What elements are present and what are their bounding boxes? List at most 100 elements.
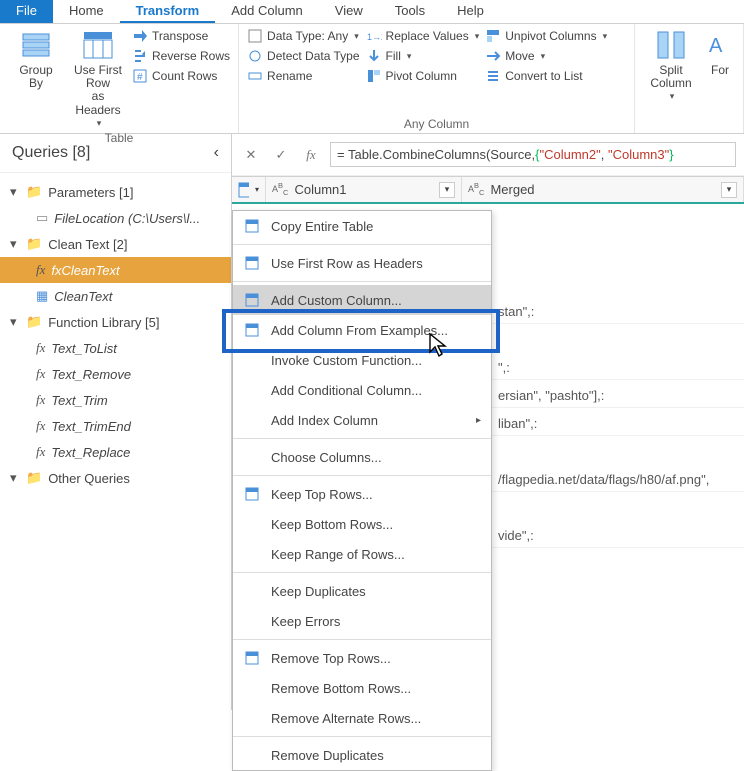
queries-node[interactable]: ▦CleanText: [0, 283, 231, 309]
menu-item-icon: [243, 746, 261, 764]
group-by-button[interactable]: Group By: [8, 28, 64, 90]
table-corner-button[interactable]: ▾: [232, 177, 266, 202]
table-icon: [238, 182, 249, 198]
split-column-button[interactable]: Split Column: [643, 28, 699, 102]
unpivot-columns-icon: [485, 28, 501, 44]
context-menu-item[interactable]: Add Custom Column...: [233, 285, 491, 315]
abc-type-icon: ABC: [272, 183, 288, 197]
editor-area: ✕ ✓ fx = Table.CombineColumns(Source,{"C…: [232, 134, 744, 710]
context-menu-item[interactable]: Keep Errors: [233, 606, 491, 636]
use-first-row-button[interactable]: Use First Row as Headers: [70, 28, 126, 129]
fx-icon[interactable]: fx: [300, 144, 322, 166]
context-menu-item[interactable]: Keep Bottom Rows...: [233, 509, 491, 539]
move-icon: [485, 48, 501, 64]
context-menu-item[interactable]: Use First Row as Headers: [233, 248, 491, 278]
group-by-icon: [19, 28, 53, 62]
queries-node[interactable]: ▭FileLocation (C:\Users\l...: [0, 205, 231, 231]
menu-item-icon: [243, 679, 261, 697]
ribbon: Group By Use First Row as Headers Transp…: [0, 24, 744, 134]
svg-text:#: #: [137, 72, 143, 83]
column-header-2[interactable]: ABC Merged ▾: [462, 177, 744, 202]
move-button[interactable]: Move: [485, 48, 607, 64]
transpose-button[interactable]: Transpose: [132, 28, 230, 44]
unpivot-columns-button[interactable]: Unpivot Columns: [485, 28, 607, 44]
reverse-rows-button[interactable]: Reverse Rows: [132, 48, 230, 64]
context-menu-item[interactable]: Remove Duplicates: [233, 740, 491, 770]
context-menu-item[interactable]: Invoke Custom Function...: [233, 345, 491, 375]
menubar: File Home Transform Add Column View Tool…: [0, 0, 744, 24]
context-menu-item[interactable]: Copy Entire Table: [233, 211, 491, 241]
use-first-row-icon: [81, 28, 115, 62]
tab-home[interactable]: Home: [53, 0, 120, 23]
queries-node[interactable]: fxfxCleanText: [0, 257, 231, 283]
queries-node[interactable]: ▾📁Function Library [5]: [0, 309, 231, 335]
formula-input[interactable]: = Table.CombineColumns(Source,{"Column2"…: [330, 142, 736, 167]
data-cell[interactable]: vide",:: [492, 520, 744, 548]
column-filter-button[interactable]: ▾: [439, 182, 455, 198]
queries-node[interactable]: fxText_ToList: [0, 335, 231, 361]
rename-button[interactable]: Rename: [247, 68, 360, 84]
menu-item-icon: [243, 612, 261, 630]
convert-to-list-button[interactable]: Convert to List: [485, 68, 607, 84]
data-cell[interactable]: stan",:: [492, 296, 744, 324]
context-menu-item[interactable]: Remove Top Rows...: [233, 643, 491, 673]
context-menu-item[interactable]: Keep Duplicates: [233, 576, 491, 606]
data-grid: stan",: ",:ersian", "pashto"],:liban",: …: [492, 212, 744, 548]
tab-file[interactable]: File: [0, 0, 53, 23]
menu-separator: [233, 281, 491, 282]
queries-node[interactable]: fxText_Replace: [0, 439, 231, 465]
context-menu-item[interactable]: Add Column From Examples...: [233, 315, 491, 345]
queries-node[interactable]: fxText_Remove: [0, 361, 231, 387]
column-filter-button[interactable]: ▾: [721, 182, 737, 198]
pivot-column-button[interactable]: Pivot Column: [366, 68, 480, 84]
menu-item-icon: [243, 411, 261, 429]
queries-node[interactable]: ▾📁Other Queries: [0, 465, 231, 491]
context-menu-item[interactable]: Keep Top Rows...: [233, 479, 491, 509]
data-cell[interactable]: liban",:: [492, 408, 744, 436]
context-menu-item[interactable]: Add Conditional Column...: [233, 375, 491, 405]
data-cell[interactable]: /flagpedia.net/data/flags/h80/af.png",: [492, 464, 744, 492]
fill-button[interactable]: Fill: [366, 48, 480, 64]
menu-item-icon: [243, 381, 261, 399]
data-cell[interactable]: ",:: [492, 352, 744, 380]
tab-view[interactable]: View: [319, 0, 379, 23]
data-cell[interactable]: ersian", "pashto"],:: [492, 380, 744, 408]
formula-cancel-button[interactable]: ✕: [240, 144, 262, 166]
tab-add-column[interactable]: Add Column: [215, 0, 319, 23]
queries-node[interactable]: fxText_Trim: [0, 387, 231, 413]
queries-node[interactable]: fxText_TrimEnd: [0, 413, 231, 439]
context-menu-item[interactable]: Keep Range of Rows...: [233, 539, 491, 569]
count-rows-button[interactable]: # Count Rows: [132, 68, 230, 84]
menu-separator: [233, 736, 491, 737]
table-context-menu: Copy Entire Table Use First Row as Header…: [232, 210, 492, 771]
menu-item-icon: [243, 649, 261, 667]
format-button[interactable]: A For: [705, 28, 735, 77]
tab-tools[interactable]: Tools: [379, 0, 441, 23]
menu-item-icon: [243, 709, 261, 727]
use-first-row-label: Use First Row as Headers: [70, 64, 126, 117]
group-by-label: Group By: [19, 64, 52, 90]
queries-node[interactable]: ▾📁Parameters [1]: [0, 179, 231, 205]
menu-separator: [233, 438, 491, 439]
column-header-1[interactable]: ABC Column1 ▾: [266, 177, 462, 202]
context-menu-item[interactable]: Choose Columns...: [233, 442, 491, 472]
formula-commit-button[interactable]: ✓: [270, 144, 292, 166]
context-menu-item[interactable]: Add Index Column: [233, 405, 491, 435]
menu-separator: [233, 475, 491, 476]
data-type-button[interactable]: Data Type: Any: [247, 28, 360, 44]
tab-help[interactable]: Help: [441, 0, 500, 23]
menu-item-icon: [243, 291, 261, 309]
menu-item-icon: [243, 351, 261, 369]
collapse-queries-icon[interactable]: ‹: [214, 144, 219, 162]
data-type-icon: [247, 28, 263, 44]
menu-item-icon: [243, 485, 261, 503]
abc-type-icon: ABC: [468, 183, 484, 197]
replace-values-button[interactable]: 1→2 Replace Values: [366, 28, 480, 44]
group-label-any-column: Any Column: [247, 115, 626, 131]
queries-title: Queries [8]: [12, 144, 90, 162]
context-menu-item[interactable]: Remove Bottom Rows...: [233, 673, 491, 703]
tab-transform[interactable]: Transform: [120, 0, 216, 23]
queries-node[interactable]: ▾📁Clean Text [2]: [0, 231, 231, 257]
detect-data-type-button[interactable]: Detect Data Type: [247, 48, 360, 64]
context-menu-item[interactable]: Remove Alternate Rows...: [233, 703, 491, 733]
